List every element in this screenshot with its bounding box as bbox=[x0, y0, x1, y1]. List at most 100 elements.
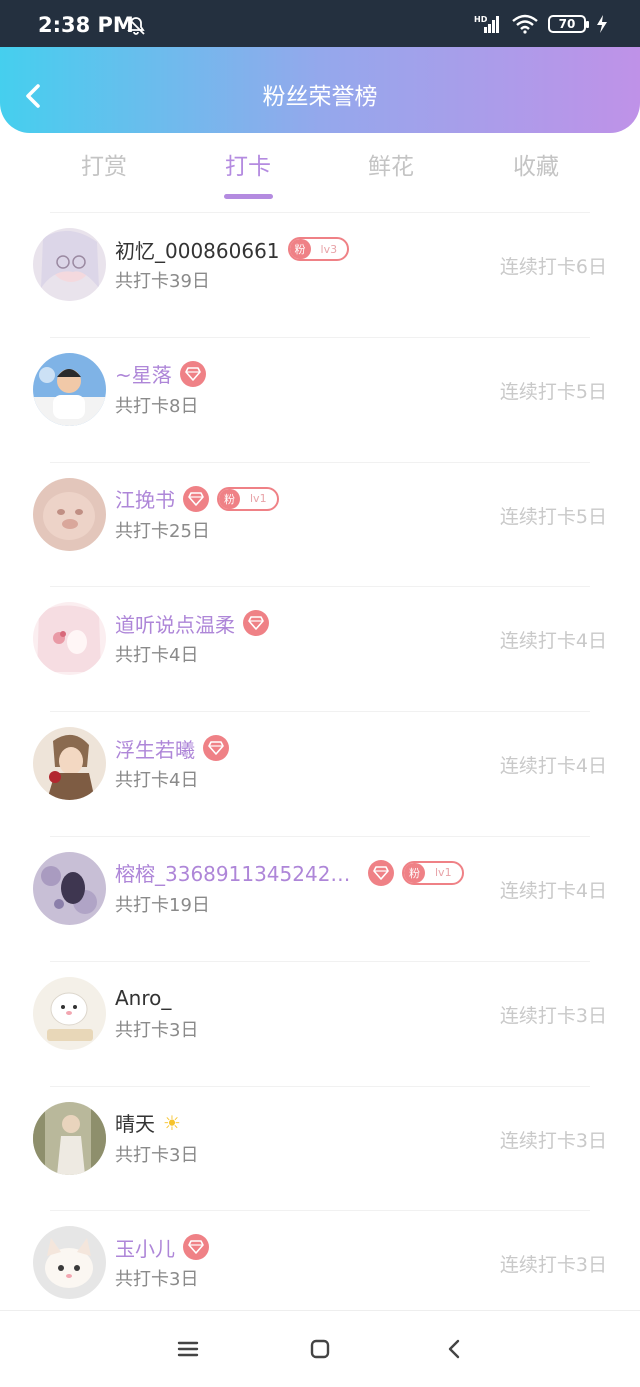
avatar[interactable] bbox=[33, 602, 106, 676]
name-line: 榕榕_336891134524278... 粉 lv1 bbox=[115, 858, 464, 888]
user-name[interactable]: 江挽书 bbox=[115, 484, 175, 513]
wifi-icon bbox=[512, 14, 538, 34]
user-name[interactable]: Anro_ bbox=[115, 986, 171, 1010]
user-name[interactable]: 榕榕_336891134524278... bbox=[115, 858, 360, 887]
tab-tips[interactable]: 打赏 bbox=[44, 145, 164, 189]
total-checkin: 共打卡25日 bbox=[115, 520, 210, 542]
tab-bar: 打赏 打卡 鲜花 收藏 bbox=[0, 145, 640, 205]
battery-icon: 70 bbox=[548, 15, 589, 33]
diamond-icon bbox=[183, 1234, 209, 1261]
total-checkin: 共打卡3日 bbox=[115, 1144, 199, 1166]
list-item[interactable]: Anro_ 共打卡3日 连续打卡3日 bbox=[0, 960, 640, 1086]
diamond-icon bbox=[243, 610, 269, 637]
user-name[interactable]: 道听说点温柔 bbox=[115, 609, 235, 638]
signal-icon: HD bbox=[474, 15, 499, 33]
total-checkin: 共打卡3日 bbox=[115, 1269, 199, 1291]
divider bbox=[50, 336, 590, 338]
status-icons: HD 70 bbox=[474, 14, 608, 34]
divider bbox=[50, 461, 590, 463]
divider bbox=[50, 586, 590, 588]
divider bbox=[50, 711, 590, 713]
list-item[interactable]: 浮生若曦 共打卡4日 连续打卡4日 bbox=[0, 711, 640, 836]
checkin-streak: 连续打卡3日 bbox=[499, 1254, 607, 1277]
diamond-icon bbox=[179, 360, 206, 387]
user-name[interactable]: 玉小儿 bbox=[115, 1233, 175, 1262]
divider bbox=[50, 835, 590, 837]
fan-badge-label: 粉 bbox=[219, 488, 240, 509]
list-item[interactable]: 江挽书 粉 lv1 共打卡25日 连续打卡5日 bbox=[0, 461, 640, 587]
status-bar: 2:38 PM HD 70 bbox=[0, 0, 640, 47]
checkin-streak: 连续打卡3日 bbox=[499, 1004, 607, 1027]
avatar[interactable] bbox=[33, 477, 106, 551]
diamond-icon bbox=[203, 735, 229, 762]
fan-level-badge: 粉 lv1 bbox=[402, 860, 464, 885]
user-name[interactable]: 晴天 bbox=[115, 1108, 155, 1137]
total-checkin: 共打卡4日 bbox=[115, 645, 199, 667]
chevron-left-icon[interactable] bbox=[443, 1337, 467, 1361]
user-name[interactable]: 初忆_000860661 bbox=[115, 235, 280, 264]
divider bbox=[50, 1085, 590, 1087]
sun-icon: ☀ bbox=[163, 1110, 181, 1135]
checkin-streak: 连续打卡3日 bbox=[499, 1129, 607, 1152]
list-item[interactable]: 榕榕_336891134524278... 粉 lv1 共打卡19日 连续打卡4… bbox=[0, 835, 640, 961]
fan-badge-label: 粉 bbox=[404, 862, 425, 883]
svg-text:HD: HD bbox=[474, 15, 488, 24]
fan-level-badge: 粉 lv1 bbox=[217, 486, 279, 511]
fan-list: 初忆_000860661 粉 lv3 共打卡39日 连续打卡6日 ~星落 共打卡… bbox=[0, 212, 640, 1335]
avatar[interactable] bbox=[33, 1101, 106, 1175]
user-name[interactable]: ~星落 bbox=[115, 359, 172, 388]
tab-favorites[interactable]: 收藏 bbox=[476, 145, 596, 189]
user-name[interactable]: 浮生若曦 bbox=[115, 734, 195, 763]
total-checkin: 共打卡19日 bbox=[115, 894, 210, 916]
bell-off-icon bbox=[127, 17, 145, 35]
name-line: ~星落 bbox=[115, 359, 206, 389]
fan-badge-label: 粉 bbox=[289, 239, 311, 259]
divider bbox=[50, 1210, 590, 1212]
avatar[interactable] bbox=[33, 1226, 106, 1300]
checkin-streak: 连续打卡5日 bbox=[499, 505, 607, 528]
avatar[interactable] bbox=[33, 727, 106, 801]
checkin-streak: 连续打卡4日 bbox=[499, 630, 607, 653]
fan-badge-level: lv1 bbox=[435, 866, 452, 880]
list-item[interactable]: ~星落 共打卡8日 连续打卡5日 bbox=[0, 336, 640, 462]
page-title: 粉丝荣誉榜 bbox=[262, 84, 378, 110]
battery-level: 70 bbox=[558, 17, 576, 31]
divider bbox=[50, 212, 590, 213]
checkin-streak: 连续打卡4日 bbox=[499, 879, 607, 902]
list-item[interactable]: 初忆_000860661 粉 lv3 共打卡39日 连续打卡6日 bbox=[0, 212, 640, 337]
name-line: 江挽书 粉 lv1 bbox=[115, 484, 279, 514]
square-icon[interactable] bbox=[308, 1337, 332, 1361]
total-checkin: 共打卡8日 bbox=[115, 395, 199, 417]
fan-level-badge: 粉 lv3 bbox=[287, 237, 350, 261]
total-checkin: 共打卡4日 bbox=[115, 770, 199, 792]
fan-badge-level: lv1 bbox=[250, 492, 267, 506]
avatar[interactable] bbox=[33, 976, 106, 1050]
list-item[interactable]: 晴天 ☀ 共打卡3日 连续打卡3日 bbox=[0, 1085, 640, 1211]
diamond-icon bbox=[368, 859, 394, 886]
fan-badge-level: lv3 bbox=[320, 242, 338, 256]
checkin-streak: 连续打卡6日 bbox=[499, 256, 607, 278]
avatar[interactable] bbox=[33, 228, 106, 301]
name-line: 晴天 ☀ bbox=[115, 1108, 181, 1138]
header-bar: 2:38 PM HD 70 粉丝荣誉榜 bbox=[0, 0, 640, 133]
diamond-icon bbox=[183, 485, 209, 512]
total-checkin: 共打卡3日 bbox=[115, 1019, 199, 1041]
list-item[interactable]: 道听说点温柔 共打卡4日 连续打卡4日 bbox=[0, 586, 640, 711]
menu-icon[interactable] bbox=[176, 1337, 200, 1361]
checkin-streak: 连续打卡4日 bbox=[499, 755, 607, 778]
divider bbox=[50, 960, 590, 962]
name-line: Anro_ bbox=[115, 983, 171, 1013]
system-nav-bar bbox=[0, 1310, 640, 1387]
avatar[interactable] bbox=[33, 352, 106, 426]
status-time: 2:38 PM bbox=[38, 13, 134, 37]
tab-checkin[interactable]: 打卡 bbox=[188, 145, 308, 189]
total-checkin: 共打卡39日 bbox=[115, 271, 210, 292]
charging-icon bbox=[597, 15, 607, 33]
name-line: 初忆_000860661 粉 lv3 bbox=[115, 234, 350, 264]
checkin-streak: 连续打卡5日 bbox=[499, 380, 607, 403]
name-line: 道听说点温柔 bbox=[115, 608, 269, 638]
name-line: 浮生若曦 bbox=[115, 733, 229, 763]
tab-flowers[interactable]: 鲜花 bbox=[331, 145, 451, 189]
name-line: 玉小儿 bbox=[115, 1232, 209, 1262]
avatar[interactable] bbox=[33, 851, 106, 925]
